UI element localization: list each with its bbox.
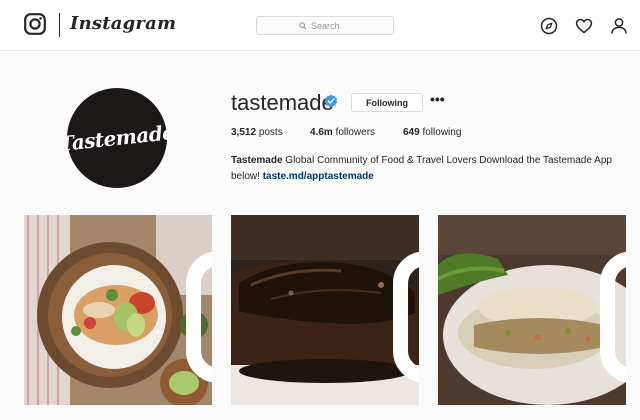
- enchiladas-plate-image: [24, 215, 212, 405]
- followers-count: 4.6m: [310, 127, 333, 138]
- bio-link[interactable]: taste.md/apptastemade: [263, 171, 374, 182]
- following-stat[interactable]: 649 following: [403, 127, 461, 138]
- instagram-camera-icon[interactable]: [24, 13, 46, 35]
- followers-stat[interactable]: 4.6m followers: [310, 127, 375, 138]
- verified-badge-icon: [324, 94, 338, 108]
- following-label: following: [422, 127, 462, 138]
- post-tile-enchiladas[interactable]: [24, 215, 212, 405]
- search-input[interactable]: [311, 20, 351, 31]
- avatar-logo-text: Tastemade: [67, 120, 167, 156]
- logo-divider: [59, 13, 60, 37]
- top-navigation-bar: Instagram: [0, 0, 640, 51]
- compass-icon[interactable]: [540, 17, 558, 35]
- following-button[interactable]: Following: [351, 93, 423, 112]
- more-options-button[interactable]: •••: [430, 92, 445, 110]
- person-icon[interactable]: [610, 17, 628, 35]
- profile-username: tastemade: [231, 90, 334, 115]
- video-camera-icon: [393, 222, 419, 383]
- posts-stat[interactable]: 3,512 posts: [231, 127, 283, 138]
- video-camera-icon: [186, 222, 212, 383]
- bio-name: Tastemade: [231, 155, 283, 166]
- chocolate-cake-image: [231, 215, 419, 405]
- stuffed-chicken-image: [438, 215, 626, 405]
- posts-label: posts: [258, 127, 283, 138]
- post-tile-chocolate-cake[interactable]: [231, 215, 419, 405]
- posts-count: 3,512: [231, 127, 257, 138]
- profile-avatar[interactable]: Tastemade: [67, 88, 167, 188]
- profile-bio: Tastemade Global Community of Food & Tra…: [231, 153, 631, 185]
- post-tile-stuffed-chicken[interactable]: [438, 215, 626, 405]
- video-camera-icon: [600, 222, 626, 383]
- following-count: 649: [403, 127, 420, 138]
- instagram-wordmark[interactable]: Instagram: [70, 13, 176, 34]
- search-box[interactable]: [256, 16, 394, 35]
- heart-icon[interactable]: [575, 17, 593, 35]
- followers-label: followers: [335, 127, 376, 138]
- search-icon: [299, 21, 307, 30]
